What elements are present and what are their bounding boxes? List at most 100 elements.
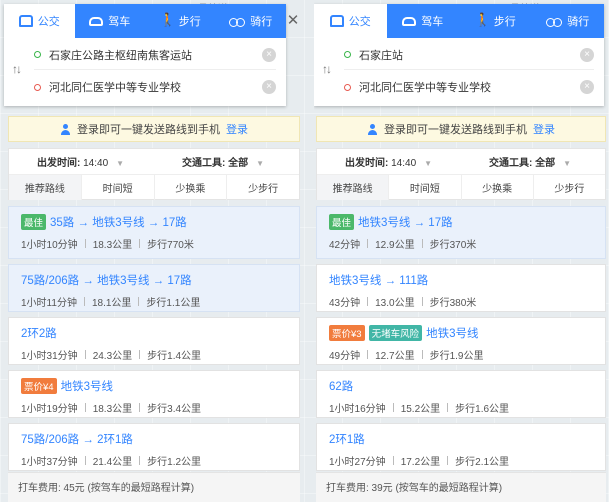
end-input[interactable]: 河北同仁医学中等专业学校: [359, 79, 572, 95]
route-panel-left: 公交 驾车 步行 骑行 ✕ ↑↓ 石家庄公路主枢纽南焦客运站 × 河北同仁医学中…: [0, 0, 304, 502]
tab-recommended[interactable]: 推荐路线: [317, 175, 390, 200]
login-text: 登录即可一键发送路线到手机: [77, 124, 220, 136]
mode-bike[interactable]: 骑行: [216, 4, 287, 38]
route-option[interactable]: 票价¥3 无堵车风险 地铁3号线 49分钟 12.7公里 步行1.9公里: [316, 317, 606, 365]
route-title: 75路/206路 → 地铁3号线 → 17路: [21, 272, 287, 288]
divider: [392, 403, 394, 412]
route-filter: 出发时间: 14:40 ▼ 交通工具: 全部 ▼ 推荐路线 时间短 少换乘 少步行: [8, 148, 300, 200]
route-option[interactable]: 票价¥4 地铁3号线 1小时19分钟 18.3公里 步行3.4公里: [8, 370, 300, 418]
vehicle-select[interactable]: 交通工具: 全部 ▼: [154, 154, 299, 169]
depart-time-select[interactable]: 出发时间: 14:40 ▼: [317, 154, 461, 169]
divider: [139, 403, 141, 412]
login-link[interactable]: 登录: [226, 121, 248, 137]
tab-less-walking[interactable]: 少步行: [534, 175, 605, 200]
depart-label: 出发时间:: [345, 158, 389, 169]
end-field[interactable]: 河北同仁医学中等专业学校 ×: [344, 72, 594, 102]
travel-mode-bar: 公交 驾车 步行 骑行: [4, 4, 286, 38]
divider: [447, 403, 449, 412]
divider: [139, 350, 141, 359]
tab-less-walking[interactable]: 少步行: [227, 175, 299, 200]
route-title: 2环1路: [329, 431, 593, 447]
route-option[interactable]: 75路/206路 → 2环1路 1小时37分钟 21.4公里 步行1.2公里: [8, 423, 300, 471]
route-dist: 18.3公里: [92, 404, 133, 415]
route-dist: 15.2公里: [400, 404, 441, 415]
taxi-fare-note: 打车费用: 39元 (按驾车的最短路程计算): [316, 472, 606, 502]
end-field[interactable]: 河北同仁医学中等专业学校 ×: [34, 72, 276, 102]
bike-icon: [546, 15, 563, 27]
chevron-down-icon: ▼: [563, 159, 572, 168]
route-meta: 42分钟 12.9公里 步行370米: [329, 236, 593, 251]
divider: [421, 350, 423, 359]
mode-car[interactable]: 驾车: [75, 4, 146, 38]
route-meta: 1小时16分钟 15.2公里 步行1.6公里: [329, 400, 593, 415]
vehicle-select[interactable]: 交通工具: 全部 ▼: [461, 154, 605, 169]
clear-icon[interactable]: ×: [262, 47, 276, 62]
mode-label: 骑行: [250, 16, 273, 28]
route-lines: 35路 → 地铁3号线 → 17路: [50, 217, 187, 229]
close-icon[interactable]: ✕: [286, 12, 300, 30]
depart-value: 14:40: [391, 158, 417, 169]
route-dist: 21.4公里: [92, 457, 133, 468]
route-meta: 1小时27分钟 17.2公里 步行2.1公里: [329, 453, 593, 468]
route-walk: 步行1.1公里: [146, 298, 201, 309]
clear-icon[interactable]: ×: [580, 80, 594, 94]
route-option[interactable]: 最佳 地铁3号线 → 17路 42分钟 12.9公里 步行370米: [316, 206, 606, 259]
route-option[interactable]: 75路/206路 → 地铁3号线 → 17路 1小时11分钟 18.1公里 步行1.1…: [8, 264, 300, 312]
route-dist: 12.9公里: [375, 240, 415, 251]
route-time: 1小时16分钟: [329, 404, 386, 415]
mode-bike[interactable]: 骑行: [532, 4, 605, 38]
route-meta: 1小时31分钟 24.3公里 步行1.4公里: [21, 347, 287, 362]
tab-fewer-transfers[interactable]: 少换乘: [155, 175, 228, 200]
mode-walk[interactable]: 步行: [145, 4, 216, 38]
tab-shortest-time[interactable]: 时间短: [389, 175, 462, 200]
vehicle-label: 交通工具:: [489, 158, 533, 169]
divider: [367, 297, 369, 306]
login-banner: 登录即可一键发送路线到手机 登录: [8, 116, 300, 142]
route-title: 票价¥3 无堵车风险 地铁3号线: [329, 325, 593, 341]
divider: [367, 350, 369, 359]
route-time: 1小时19分钟: [21, 404, 78, 415]
tab-fewer-transfers[interactable]: 少换乘: [462, 175, 534, 200]
route-option[interactable]: 2环1路 1小时27分钟 17.2公里 步行2.1公里: [316, 423, 606, 471]
vehicle-label: 交通工具:: [182, 158, 226, 169]
start-field[interactable]: 石家庄公路主枢纽南焦客运站 ×: [34, 40, 276, 70]
divider: [447, 456, 449, 465]
clear-icon[interactable]: ×: [580, 47, 594, 62]
divider: [83, 297, 85, 306]
route-lines: 地铁3号线: [426, 328, 479, 340]
clear-icon[interactable]: ×: [262, 80, 276, 94]
search-box: 公交 驾车 步行 骑行 ✕ ↑↓ 石家庄公路主枢纽南焦客运站 × 河北同仁医学中…: [4, 4, 299, 106]
mode-walk[interactable]: 步行: [459, 4, 532, 38]
route-option[interactable]: 62路 1小时16分钟 15.2公里 步行1.6公里: [316, 370, 606, 418]
swap-icon[interactable]: ↑↓: [12, 62, 22, 76]
route-option[interactable]: 地铁3号线 → 111路 43分钟 13.0公里 步行380米: [316, 264, 606, 312]
route-title: 最佳 地铁3号线 → 17路: [329, 214, 593, 230]
route-option[interactable]: 2环2路 1小时31分钟 24.3公里 步行1.4公里: [8, 317, 300, 365]
route-walk: 步行1.2公里: [147, 457, 202, 468]
tab-shortest-time[interactable]: 时间短: [82, 175, 155, 200]
login-link[interactable]: 登录: [533, 121, 555, 137]
route-title: 最佳 35路 → 地铁3号线 → 17路: [21, 214, 287, 230]
end-input[interactable]: 河北同仁医学中等专业学校: [49, 79, 254, 95]
taxi-fare-note: 打车费用: 45元 (按驾车的最短路程计算): [8, 472, 300, 502]
mode-car[interactable]: 驾车: [387, 4, 460, 38]
route-title: 62路: [329, 378, 593, 394]
route-filter: 出发时间: 14:40 ▼ 交通工具: 全部 ▼ 推荐路线 时间短 少换乘 少步行: [316, 148, 606, 200]
route-meta: 1小时19分钟 18.3公里 步行3.4公里: [21, 400, 287, 415]
mode-label: 步行: [178, 16, 201, 28]
route-title: 地铁3号线 → 111路: [329, 272, 593, 288]
start-input[interactable]: 石家庄公路主枢纽南焦客运站: [49, 47, 254, 63]
start-field[interactable]: 石家庄站 ×: [344, 40, 594, 70]
route-title: 75路/206路 → 2环1路: [21, 431, 287, 447]
swap-icon[interactable]: ↑↓: [322, 62, 332, 76]
route-option[interactable]: 最佳 35路 → 地铁3号线 → 17路 1小时10分钟 18.3公里 步行770米: [8, 206, 300, 259]
end-dot-icon: [344, 83, 351, 91]
bike-icon: [229, 15, 246, 27]
start-input[interactable]: 石家庄站: [359, 47, 572, 63]
mode-bus[interactable]: 公交: [314, 4, 387, 38]
mode-bus[interactable]: 公交: [4, 4, 75, 38]
route-lines: 75路/206路 → 地铁3号线 → 17路: [21, 275, 192, 287]
depart-time-select[interactable]: 出发时间: 14:40 ▼: [9, 154, 154, 169]
route-meta: 49分钟 12.7公里 步行1.9公里: [329, 347, 593, 362]
tab-recommended[interactable]: 推荐路线: [9, 175, 82, 200]
